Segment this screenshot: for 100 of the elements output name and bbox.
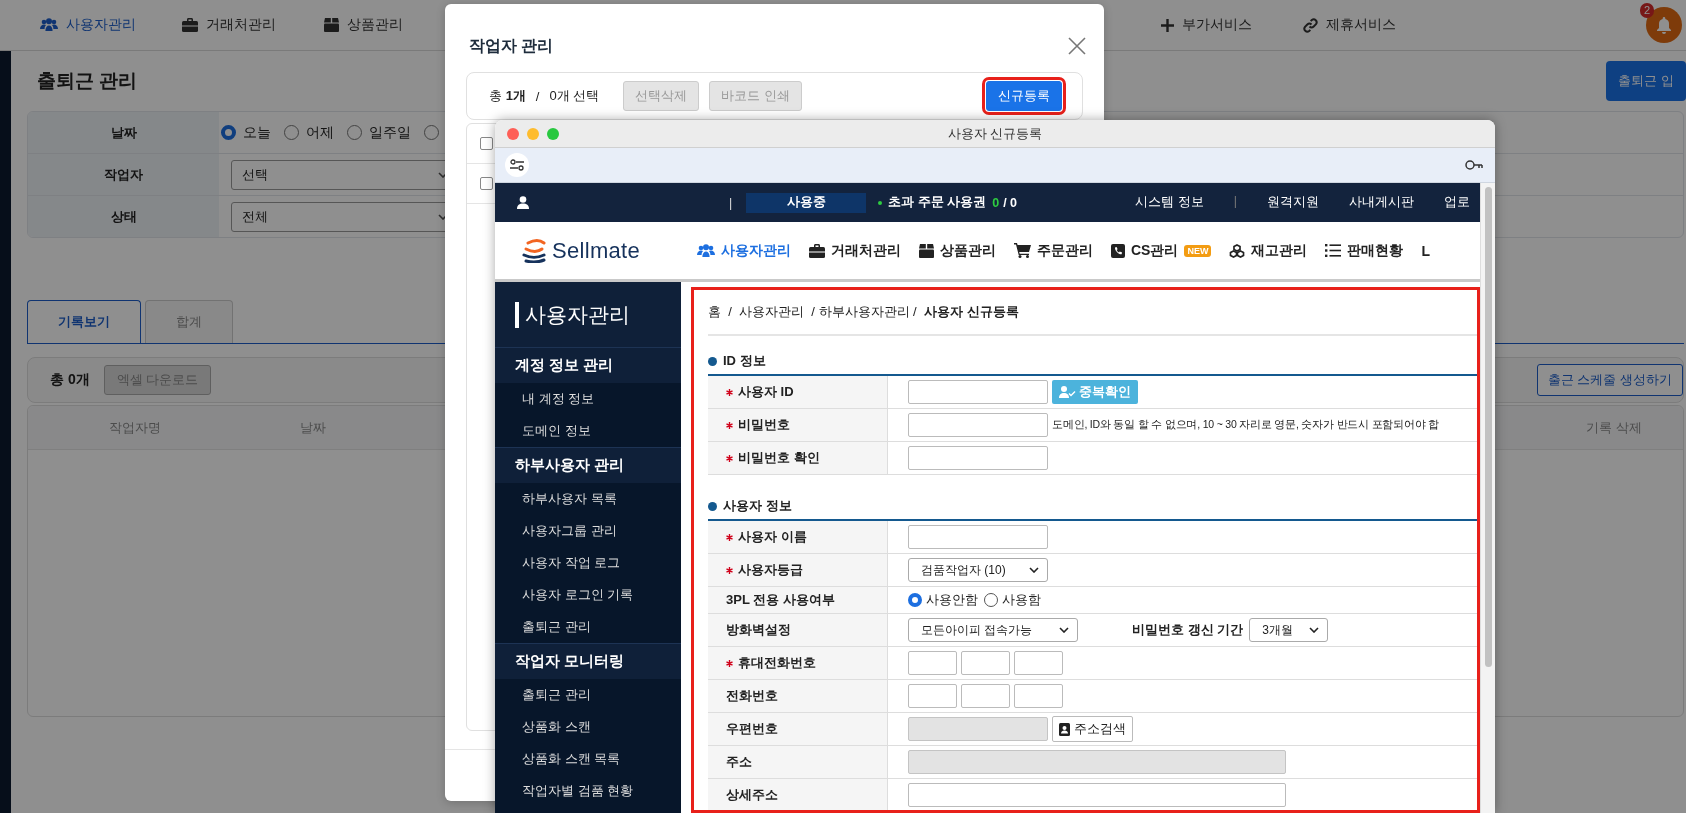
top-link[interactable]: 시스템 정보	[1135, 194, 1204, 211]
field-label: 비밀번호 갱신 기간	[1132, 621, 1244, 639]
status-dot	[878, 200, 883, 205]
radio-button[interactable]	[908, 593, 922, 607]
divider-text: |	[1233, 194, 1237, 210]
period-select[interactable]: 3개월	[1249, 618, 1329, 642]
key-icon	[1465, 160, 1483, 170]
notification-button[interactable]	[1646, 7, 1682, 43]
field-label: 비밀번호	[738, 416, 790, 434]
sidebar-item[interactable]: 도메인 정보	[495, 415, 681, 447]
sidebar-item[interactable]: 상품화 스캔 목록	[495, 743, 681, 775]
text-field[interactable]	[908, 380, 1048, 404]
zoom-button[interactable]	[547, 127, 559, 140]
notification-badge: 2	[1640, 3, 1655, 18]
quota-label: 초과 주문 사용권	[888, 194, 987, 211]
phone-field[interactable]	[1014, 684, 1063, 708]
minimize-button[interactable]	[527, 127, 539, 140]
text-field[interactable]	[908, 446, 1048, 470]
user-check-icon	[1059, 386, 1076, 398]
phone-field[interactable]	[1014, 651, 1063, 675]
sidebar-group[interactable]: 작업자 모니터링	[495, 643, 681, 679]
plus-icon	[1161, 18, 1174, 32]
nav-item[interactable]: 사용자관리	[697, 241, 791, 260]
field-label: 사용자 이름	[738, 528, 807, 546]
grade-select[interactable]: 검품작업자 (10)	[908, 558, 1048, 582]
top-link[interactable]: 사내게시판	[1349, 194, 1414, 211]
sidebar-item[interactable]: 내 계정 정보	[495, 383, 681, 415]
nav-item[interactable]: 사용자관리	[40, 16, 182, 34]
nav-item[interactable]: 부가서비스	[1161, 16, 1303, 34]
sidebar-item[interactable]: 출퇴근 관리	[495, 611, 681, 643]
nav-item[interactable]: CS관리 NEW	[1111, 241, 1212, 260]
sidebar-item[interactable]: 작업자별 검품 현황	[495, 775, 681, 807]
page-title: 출퇴근 관리	[37, 69, 138, 93]
field-label: 3PL 전용 사용여부	[726, 591, 835, 609]
nav-item[interactable]: 제휴서비스	[1303, 16, 1445, 34]
settings-button[interactable]	[505, 153, 529, 177]
bullet-icon	[708, 501, 717, 511]
text-field[interactable]	[908, 525, 1048, 549]
link-icon	[1303, 17, 1318, 33]
radio-button[interactable]	[221, 125, 236, 140]
sidebar-item[interactable]: 사용자 작업 로그	[495, 547, 681, 579]
password-field[interactable]	[908, 413, 1048, 437]
field-label: 사용자 ID	[738, 383, 794, 401]
section-title: ID 정보	[723, 352, 766, 370]
phone-field[interactable]	[908, 651, 957, 675]
nav-item[interactable]: 주문관리	[1014, 241, 1093, 260]
users-icon	[40, 18, 58, 32]
new-badge: NEW	[1184, 244, 1212, 257]
separator: /	[535, 88, 540, 104]
nav-item[interactable]: 재고관리	[1229, 241, 1308, 260]
field-label: 사용자등급	[738, 561, 803, 579]
radio-label[interactable]: 사용함	[1002, 591, 1041, 609]
radio-label[interactable]: 일주일	[369, 123, 411, 142]
bullet-icon	[708, 356, 717, 366]
field-label: 휴대전화번호	[738, 654, 816, 672]
sidebar-group[interactable]: 하부사용자 관리	[495, 447, 681, 483]
cubes-icon	[1229, 243, 1246, 258]
radio-label[interactable]: 오늘	[243, 123, 271, 142]
radio-label[interactable]: 어제	[306, 123, 334, 142]
box-icon	[919, 243, 934, 258]
nav-item[interactable]: 상품관리	[919, 241, 996, 260]
close-icon	[1068, 37, 1086, 55]
sidebar-title: 사용자관리	[525, 301, 630, 328]
sidebar-item[interactable]: 상품화 스캔	[495, 711, 681, 743]
field-label: 전화번호	[726, 687, 778, 705]
total-count: 총 1개	[489, 87, 526, 105]
address-search-button[interactable]: 주소검색	[1052, 716, 1133, 742]
nav-item[interactable]: 판매현황	[1325, 241, 1404, 260]
sliders-icon	[510, 159, 524, 171]
sidebar-item[interactable]: 하부사용자 목록	[495, 483, 681, 515]
row-checkbox[interactable]	[480, 177, 493, 190]
detail-address-field[interactable]	[908, 783, 1286, 807]
sidebar-group[interactable]: 계정 정보 관리	[495, 347, 681, 383]
top-link[interactable]: 업로	[1444, 194, 1470, 211]
logo-icon	[522, 238, 548, 263]
breadcrumb: 홈 / 사용자관리 / 하부사용자관리 / 사용자 신규등록	[708, 290, 1477, 336]
phone-field[interactable]	[961, 651, 1010, 675]
total-count: 총 0개	[50, 371, 90, 389]
row-checkbox[interactable]	[480, 137, 493, 150]
phone-icon	[1111, 243, 1125, 258]
nav-item[interactable]: 거래처관리	[182, 16, 324, 34]
sidebar-item[interactable]: 사용자 로그인 기록	[495, 579, 681, 611]
sidebar-item[interactable]: 출퇴근 관리	[495, 679, 681, 711]
phone-field[interactable]	[908, 684, 957, 708]
top-link[interactable]: 원격지원	[1267, 194, 1319, 211]
nav-item[interactable]: 거래처관리	[809, 241, 901, 260]
quota-used: 0	[992, 195, 1000, 210]
column-header: 날짜	[299, 418, 327, 437]
radio-label[interactable]: 사용안함	[926, 591, 978, 609]
close-window-button[interactable]	[507, 127, 519, 140]
sidebar-item[interactable]: 사용자그룹 관리	[495, 515, 681, 547]
scrollbar-thumb[interactable]	[1484, 187, 1492, 667]
create-schedule-button[interactable]: 출근 스케줄 생성하기	[1536, 364, 1683, 396]
box-icon	[324, 18, 339, 32]
nav-item[interactable]: L	[1421, 241, 1430, 260]
briefcase-icon	[182, 18, 198, 32]
address-book-icon	[1059, 722, 1070, 736]
phone-field[interactable]	[961, 684, 1010, 708]
firewall-select[interactable]: 모든아이피 접속가능	[908, 618, 1078, 642]
tab[interactable]: 기록보기	[27, 300, 141, 343]
